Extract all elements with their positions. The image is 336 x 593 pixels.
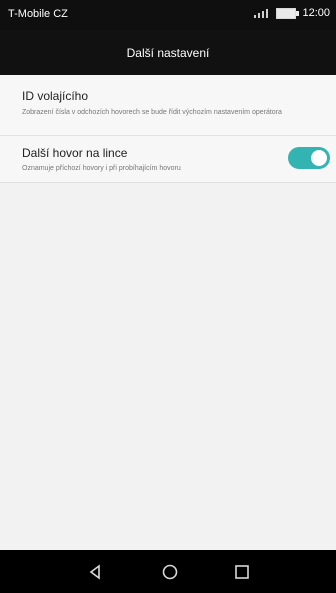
- page-title-bar: Další nastavení: [0, 30, 336, 75]
- carrier-name: T-Mobile CZ: [8, 8, 68, 20]
- home-icon: [162, 564, 178, 580]
- recent-apps-icon: [235, 565, 249, 579]
- recent-apps-button[interactable]: [232, 562, 252, 582]
- settings-list: ID volajícího Zobrazení čísla v odchozíc…: [0, 75, 336, 550]
- signal-icon: [254, 9, 269, 18]
- back-icon: [89, 564, 100, 580]
- home-button[interactable]: [160, 562, 180, 582]
- page-title: Další nastavení: [126, 45, 210, 60]
- setting-caller-id-title: ID volajícího: [22, 89, 89, 103]
- battery-icon: [276, 7, 300, 19]
- setting-caller-id[interactable]: ID volajícího Zobrazení čísla v odchozíc…: [0, 75, 336, 136]
- status-icons: 12:00: [252, 7, 330, 19]
- setting-call-waiting[interactable]: Další hovor na lince Oznamuje příchozí h…: [0, 136, 336, 183]
- status-time: 12:00: [302, 7, 330, 19]
- navigation-bar: [0, 550, 336, 593]
- toggle-knob: [311, 150, 327, 166]
- status-bar: T-Mobile CZ 12:00: [0, 0, 336, 30]
- setting-call-waiting-description: Oznamuje příchozí hovory i při probíhají…: [22, 165, 181, 172]
- back-button[interactable]: [85, 562, 105, 582]
- setting-caller-id-description: Zobrazení čísla v odchozích hovorech se …: [22, 109, 282, 116]
- setting-call-waiting-title: Další hovor na lince: [22, 146, 128, 160]
- call-waiting-toggle[interactable]: [288, 147, 330, 169]
